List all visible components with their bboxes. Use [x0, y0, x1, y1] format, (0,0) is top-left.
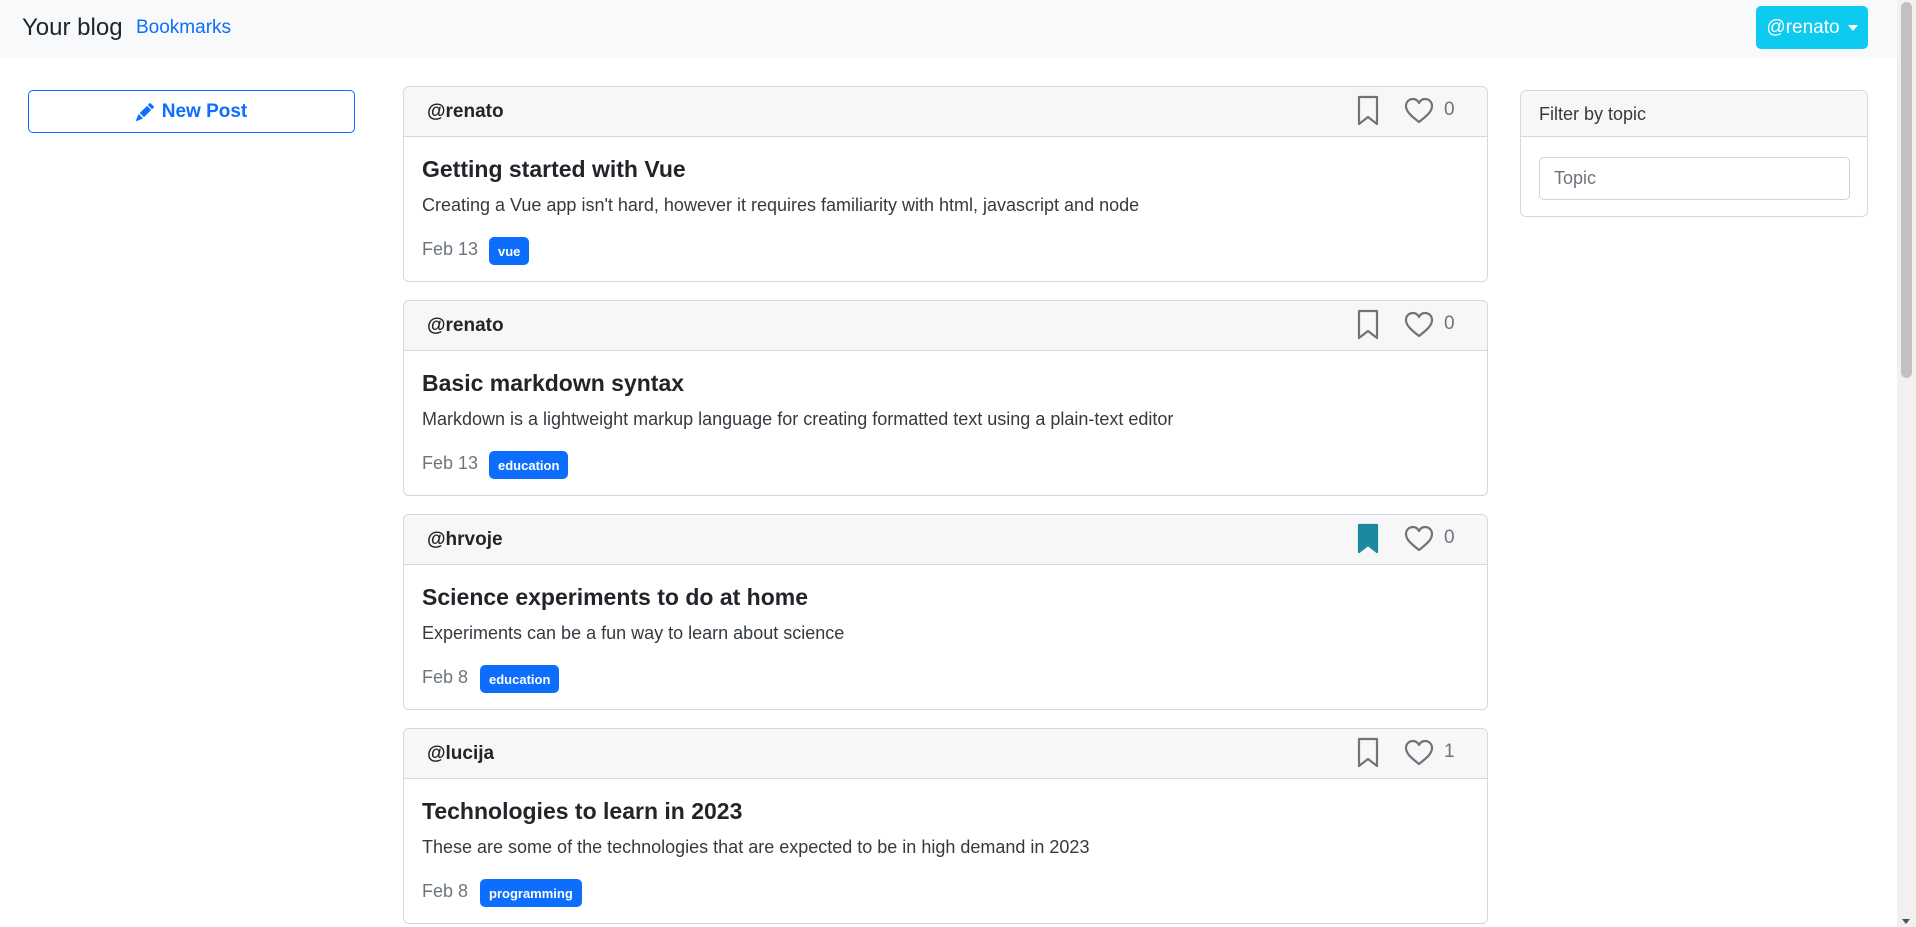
like-count: 1: [1444, 741, 1455, 762]
scrollbar-thumb[interactable]: [1901, 2, 1912, 378]
post-card-header: @renato 0: [404, 301, 1487, 351]
post-card: @hrvoje 0 Science experiments to do at h…: [403, 514, 1488, 710]
user-menu-label: @renato: [1766, 16, 1840, 38]
post-author[interactable]: @renato: [427, 101, 504, 123]
like-count: 0: [1444, 527, 1455, 548]
post-description: Experiments can be a fun way to learn ab…: [422, 623, 845, 643]
tag-badge[interactable]: programming: [480, 879, 582, 907]
post-description: These are some of the technologies that …: [422, 837, 1090, 857]
post-card-header: @renato 0: [404, 87, 1487, 137]
heart-icon[interactable]: [1404, 525, 1434, 553]
user-menu-button[interactable]: @renato: [1756, 6, 1868, 49]
post-date: Feb 8: [422, 667, 469, 687]
pencil-icon: [135, 102, 154, 121]
brand-title[interactable]: Your blog: [22, 14, 123, 42]
new-post-label: New Post: [161, 100, 248, 122]
top-navbar: Your blog Bookmarks @renato: [0, 0, 1897, 58]
post-title[interactable]: Getting started with Vue: [422, 156, 686, 183]
post-title[interactable]: Science experiments to do at home: [422, 584, 808, 611]
heart-icon[interactable]: [1404, 739, 1434, 767]
tag-badge[interactable]: education: [489, 451, 569, 479]
bookmark-icon[interactable]: [1356, 309, 1380, 341]
filter-panel: Filter by topic: [1520, 90, 1868, 217]
post-date: Feb 13: [422, 453, 479, 473]
bookmark-icon[interactable]: [1356, 95, 1380, 127]
topic-filter-input[interactable]: [1539, 157, 1850, 200]
tag-badge[interactable]: education: [480, 665, 560, 693]
post-date: Feb 13: [422, 239, 479, 259]
post-card: @lucija 1 Technologies to learn in 2023 …: [403, 728, 1488, 924]
post-date: Feb 8: [422, 881, 469, 901]
bookmark-icon[interactable]: [1356, 737, 1380, 769]
post-description: Markdown is a lightweight markup languag…: [422, 409, 1174, 429]
like-count: 0: [1444, 99, 1455, 120]
post-card: @renato 0 Basic markdown syntax Markdown…: [403, 300, 1488, 496]
post-description: Creating a Vue app isn't hard, however i…: [422, 195, 1140, 215]
vertical-scrollbar[interactable]: [1897, 0, 1916, 927]
bookmarks-link[interactable]: Bookmarks: [136, 17, 231, 39]
heart-icon[interactable]: [1404, 97, 1434, 125]
like-count: 0: [1444, 313, 1455, 334]
post-author[interactable]: @renato: [427, 315, 504, 337]
post-card-header: @lucija 1: [404, 729, 1487, 779]
filter-header: Filter by topic: [1521, 91, 1867, 137]
post-title[interactable]: Basic markdown syntax: [422, 370, 684, 397]
new-post-button[interactable]: New Post: [28, 90, 355, 133]
scroll-down-arrow-icon[interactable]: [1902, 919, 1910, 924]
caret-down-icon: [1847, 24, 1858, 31]
post-card: @renato 0 Getting started with Vue Creat…: [403, 86, 1488, 282]
bookmark-filled-icon[interactable]: [1356, 523, 1380, 555]
post-author[interactable]: @lucija: [427, 743, 494, 765]
post-author[interactable]: @hrvoje: [427, 529, 503, 551]
post-card-header: @hrvoje 0: [404, 515, 1487, 565]
heart-icon[interactable]: [1404, 311, 1434, 339]
post-title[interactable]: Technologies to learn in 2023: [422, 798, 742, 825]
tag-badge[interactable]: vue: [489, 237, 530, 265]
